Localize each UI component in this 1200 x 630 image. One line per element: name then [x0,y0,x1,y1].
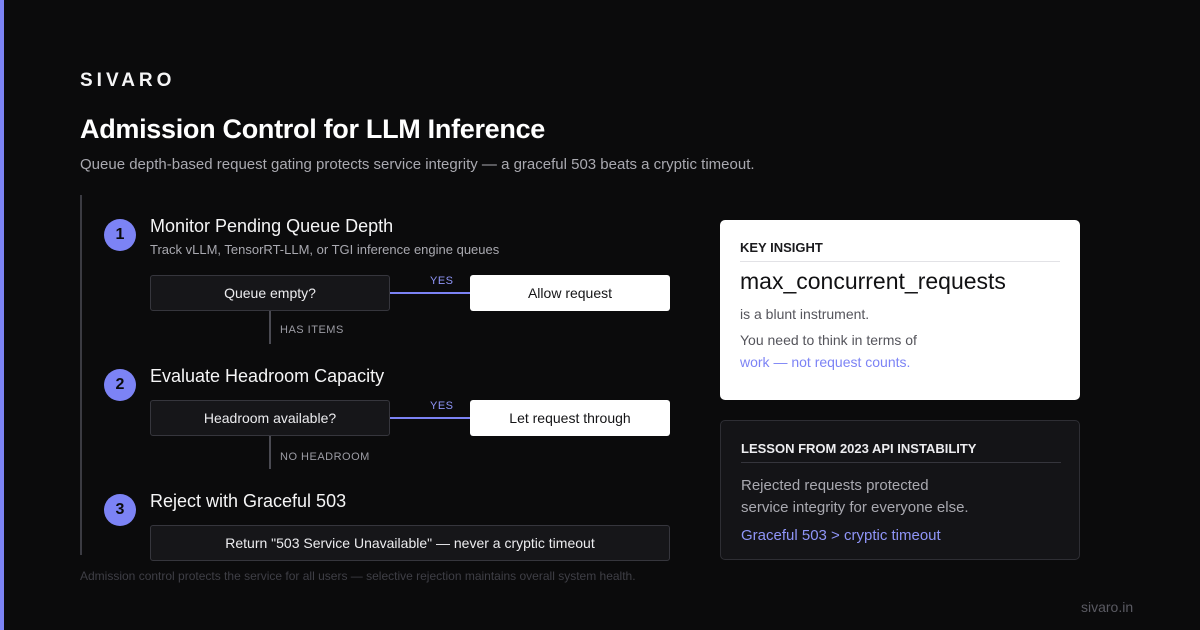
step-1-title: Monitor Pending Queue Depth [150,216,394,236]
lesson-link: Graceful 503 > cryptic timeout [741,527,941,544]
lesson-body: Rejected requests protected service inte… [741,475,1061,519]
lesson-line-1: Rejected requests protected [741,477,929,494]
key-insight-main: max_concurrent_requests [740,268,1006,294]
accent-bar [0,0,4,630]
yes-connector-1 [390,292,470,294]
key-insight-heading: KEY INSIGHT [740,240,1060,262]
step-3-title: Reject with Graceful 503 [150,491,347,511]
step-1-number: 1 [104,219,136,251]
no-label-1: HAS ITEMS [280,324,344,336]
no-connector-2 [269,436,271,469]
step-2-number: 2 [104,369,136,401]
lesson-card: LESSON FROM 2023 API INSTABILITY Rejecte… [720,420,1080,560]
decision-headroom-available: Headroom available? [150,400,390,436]
step-2-title: Evaluate Headroom Capacity [150,366,385,386]
lesson-line-2: service integrity for everyone else. [741,499,969,516]
action-let-request-through: Let request through [470,400,670,436]
lesson-heading: LESSON FROM 2023 API INSTABILITY [741,441,1061,463]
key-insight-card: KEY INSIGHT max_concurrent_requests is a… [720,220,1080,400]
key-insight-line-3: work — not request counts. [740,354,911,370]
timeline-line [80,195,82,555]
step-1-description: Track vLLM, TensorRT-LLM, or TGI inferen… [150,242,500,257]
footnote: Admission control protects the service f… [80,569,636,583]
site-url: sivaro.in [1081,599,1134,615]
yes-connector-2 [390,417,470,419]
key-insight-line-2: You need to think in terms of [740,332,917,348]
yes-label-2: YES [430,400,454,412]
key-insight-line-1: is a blunt instrument. [740,306,870,322]
no-label-2: NO HEADROOM [280,451,370,463]
brand-logo: SIVARO [80,70,176,91]
no-connector-1 [269,311,271,344]
action-allow-request: Allow request [470,275,670,311]
decision-queue-empty: Queue empty? [150,275,390,311]
page-title: Admission Control for LLM Inference [80,114,546,144]
page-subtitle: Queue depth-based request gating protect… [80,156,755,173]
step-3-number: 3 [104,494,136,526]
yes-label-1: YES [430,275,454,287]
action-return-503: Return "503 Service Unavailable" — never… [150,525,670,561]
